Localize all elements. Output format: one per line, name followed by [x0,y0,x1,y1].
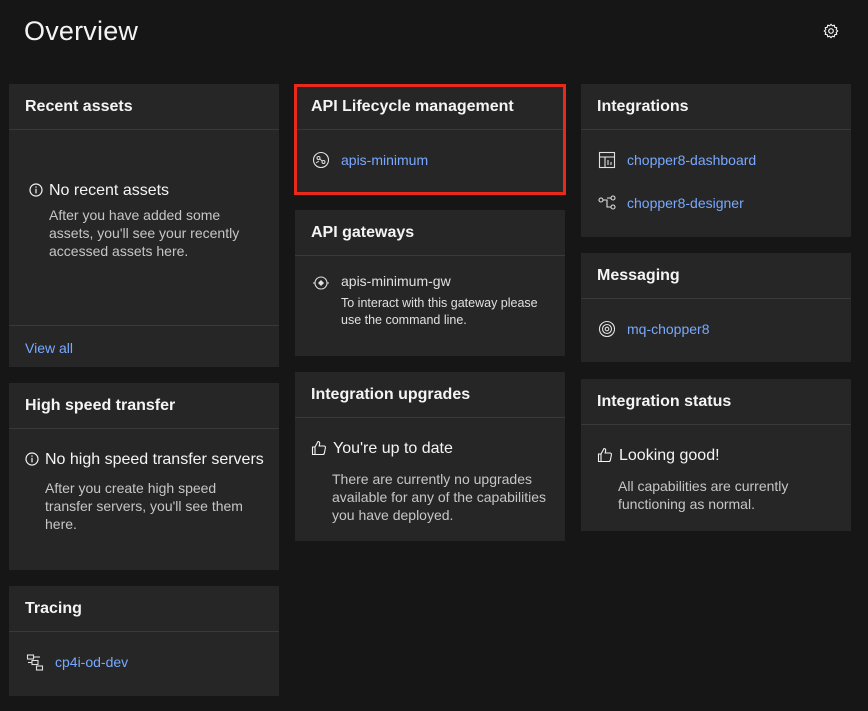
integration-item-label: chopper8-dashboard [627,152,757,168]
messaging-tile: Messaging mq-chopper8 [581,253,851,362]
recent-assets-tile: Recent assets No recent assets After you… [9,84,279,367]
tracing-item[interactable]: cp4i-od-dev [25,652,128,672]
api-lifecycle-item[interactable]: apis-minimum [311,150,428,170]
api-lifecycle-item-label: apis-minimum [341,152,429,168]
page-title: Overview [24,16,139,46]
empty-body: After you create high speed transfer ser… [45,480,243,532]
tracing-item-label: cp4i-od-dev [55,654,129,670]
gateway-note: To interact with this gateway please use… [341,296,538,327]
tracing-icon [25,652,45,672]
thumbs-up-icon [597,446,613,468]
tile-title: API Lifecycle management [295,84,565,130]
queue-manager-icon [597,319,617,339]
tracing-tile: Tracing cp4i-od-dev [9,586,279,696]
empty-body: After you have added some assets, you'll… [49,207,240,259]
view-all-link[interactable]: View all [25,340,73,356]
tile-title: Integration status [581,379,851,425]
settings-button[interactable] [820,22,842,44]
api-lifecycle-tile: API Lifecycle management apis-minimum [295,84,565,194]
integration-item-label: chopper8-designer [627,195,744,211]
integration-item[interactable]: chopper8-dashboard [597,150,756,170]
empty-state: No high speed transfer servers After you… [25,450,265,533]
status-message: Looking good! All capabilities are curre… [597,446,837,513]
tile-title: Integrations [581,84,851,130]
status-title: Looking good! [619,447,720,464]
tile-title: Integration upgrades [295,372,565,418]
empty-title: No recent assets [49,182,170,199]
gateway-name: apis-minimum-gw [341,273,451,289]
api-gateways-tile: API gateways apis-minimum-gw To interact… [295,210,565,356]
gateway-icon [311,273,331,293]
messaging-item-label: mq-chopper8 [627,321,710,337]
status-title: You're up to date [333,440,453,457]
tile-title: API gateways [295,210,565,256]
integrations-tile: Integrations chopper8-dashboard chopper8… [581,84,851,237]
designer-icon [597,193,617,213]
integration-status-tile: Integration status Looking good! All cap… [581,379,851,531]
tile-title: Recent assets [9,84,279,130]
gear-icon [823,23,839,44]
api-icon [311,150,331,170]
empty-state: No recent assets After you have added so… [25,181,265,260]
empty-title: No high speed transfer servers [45,451,264,468]
info-icon [25,450,39,471]
status-body: All capabilities are currently functioni… [618,478,789,512]
status-message: You're up to date There are currently no… [311,439,551,524]
tile-title: High speed transfer [9,383,279,429]
dashboard-icon [597,150,617,170]
divider [9,325,279,326]
messaging-item[interactable]: mq-chopper8 [597,319,710,339]
tile-title: Messaging [581,253,851,299]
integration-item[interactable]: chopper8-designer [597,193,744,213]
thumbs-up-icon [311,439,327,461]
tile-title: Tracing [9,586,279,632]
gateway-item: apis-minimum-gw To interact with this ga… [311,273,541,329]
integration-upgrades-tile: Integration upgrades You're up to date T… [295,372,565,541]
status-body: There are currently no upgrades availabl… [332,471,547,523]
high-speed-transfer-tile: High speed transfer No high speed transf… [9,383,279,570]
info-icon [29,181,43,202]
